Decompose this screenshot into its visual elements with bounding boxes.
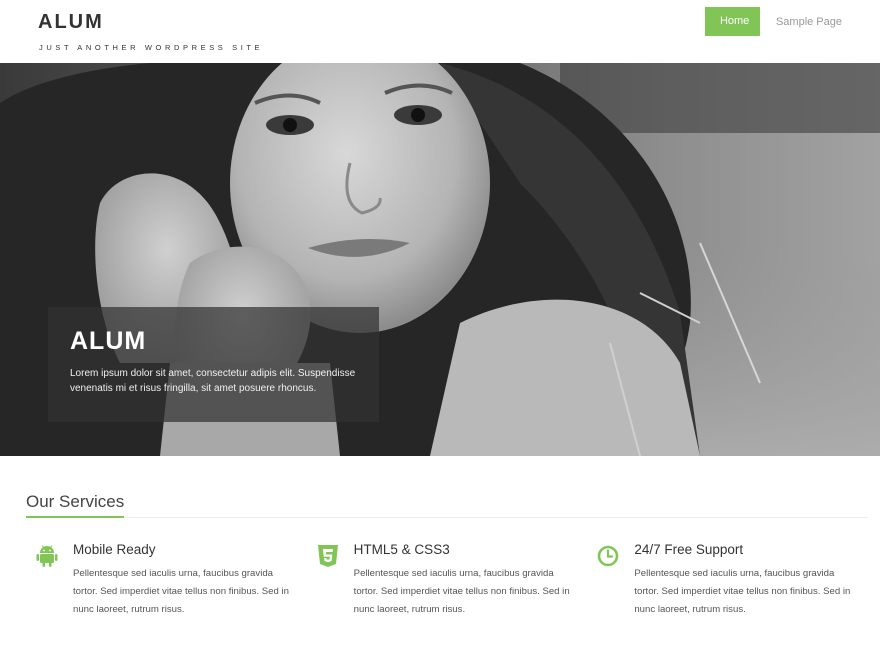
html5-icon xyxy=(307,542,354,619)
service-body: HTML5 & CSS3 Pellentesque sed iaculis ur… xyxy=(354,542,579,619)
service-text: Pellentesque sed iaculis urna, faucibus … xyxy=(73,568,289,615)
services-heading: Our Services xyxy=(26,492,125,518)
clock-icon xyxy=(587,542,634,619)
service-item: 24/7 Free Support Pellentesque sed iacul… xyxy=(587,542,868,619)
nav-item-sample-page[interactable]: Sample Page xyxy=(762,16,856,28)
service-text: Pellentesque sed iaculis urna, faucibus … xyxy=(353,568,570,615)
service-text: Pellentesque sed iaculis urna, faucibus … xyxy=(634,568,851,615)
nav-item-home[interactable]: Home xyxy=(704,7,760,36)
service-title: 24/7 Free Support xyxy=(634,542,744,557)
hero-caption-title: ALUM xyxy=(70,327,147,355)
service-body: Mobile Ready Pellentesque sed iaculis ur… xyxy=(73,542,298,619)
site-header: ALUM JUST ANOTHER WORDPRESS SITE Home Sa… xyxy=(0,0,880,63)
service-item: Mobile Ready Pellentesque sed iaculis ur… xyxy=(26,542,307,619)
services-divider xyxy=(26,517,868,518)
services-list: Mobile Ready Pellentesque sed iaculis ur… xyxy=(26,542,868,619)
hero-caption: ALUM Lorem ipsum dolor sit amet, consect… xyxy=(48,307,379,422)
service-title: Mobile Ready xyxy=(73,542,156,557)
services-section: Our Services Mobile Ready Pellentesque s… xyxy=(26,456,868,619)
android-icon xyxy=(26,542,73,619)
service-item: HTML5 & CSS3 Pellentesque sed iaculis ur… xyxy=(307,542,588,619)
main-nav: Home Sample Page xyxy=(704,7,856,36)
site-title[interactable]: ALUM xyxy=(38,11,104,34)
hero-caption-text: Lorem ipsum dolor sit amet, consectetur … xyxy=(70,368,356,394)
hero-banner: ALUM Lorem ipsum dolor sit amet, consect… xyxy=(0,63,880,456)
service-title: HTML5 & CSS3 xyxy=(353,542,450,557)
site-tagline: JUST ANOTHER WORDPRESS SITE xyxy=(39,43,264,52)
service-body: 24/7 Free Support Pellentesque sed iacul… xyxy=(634,542,859,619)
